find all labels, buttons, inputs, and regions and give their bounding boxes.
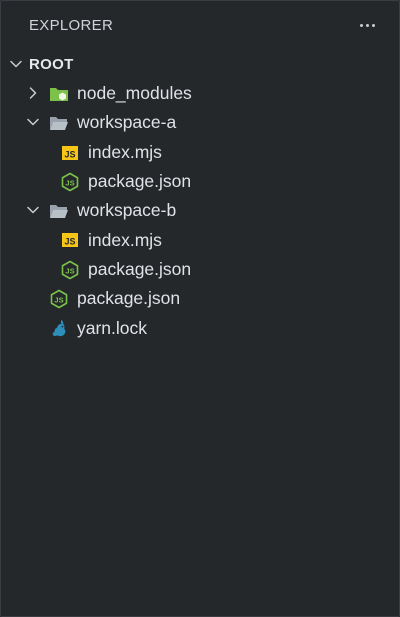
tree-item-label: yarn.lock	[77, 317, 148, 338]
explorer-panel: EXPLORER ROOT node_modules workspace-a J…	[0, 0, 400, 617]
more-actions-button[interactable]	[355, 15, 379, 35]
chevron-down-icon	[27, 119, 39, 126]
yarn-file-icon	[52, 320, 66, 337]
chevron-down-icon	[10, 60, 22, 68]
chevron-down-icon	[27, 206, 39, 214]
tree-item-workspace-a-index-mjs[interactable]: JS index.mjs	[1, 138, 399, 167]
explorer-header: EXPLORER	[1, 1, 399, 49]
root-label: ROOT	[29, 55, 74, 73]
ellipsis-icon	[371, 23, 375, 27]
svg-text:JS: JS	[65, 178, 74, 187]
tree-item-root-package-json[interactable]: JS package.json	[1, 284, 399, 313]
tree-item-workspace-b-index-mjs[interactable]: JS index.mjs	[1, 225, 399, 254]
tree-item-label: workspace-b	[77, 200, 177, 221]
js-file-icon: JS	[62, 145, 78, 160]
folder-open-icon	[50, 117, 68, 131]
nodejs-file-icon: JS	[61, 172, 79, 192]
tree-item-label: package.json	[88, 258, 192, 279]
svg-text:JS: JS	[54, 296, 63, 305]
tree-root[interactable]: ROOT	[1, 49, 399, 79]
svg-text:JS: JS	[65, 266, 74, 275]
svg-text:JS: JS	[64, 237, 75, 247]
ellipsis-icon	[365, 23, 369, 27]
tree-item-node-modules[interactable]: node_modules	[1, 79, 399, 108]
file-tree: ROOT node_modules workspace-a JS index.m…	[1, 49, 399, 343]
tree-item-workspace-a[interactable]: workspace-a	[1, 108, 399, 137]
nodejs-file-icon: JS	[50, 289, 68, 309]
chevron-right-icon	[29, 87, 37, 99]
nodejs-file-icon: JS	[61, 260, 79, 280]
tree-item-workspace-b[interactable]: workspace-b	[1, 196, 399, 225]
tree-item-label: package.json	[88, 171, 192, 192]
tree-item-label: node_modules	[77, 83, 192, 104]
ellipsis-icon	[359, 23, 363, 27]
node-modules-folder-icon	[50, 88, 68, 101]
tree-item-workspace-b-package-json[interactable]: JS package.json	[1, 255, 399, 284]
js-file-icon: JS	[62, 233, 78, 248]
svg-text:JS: JS	[64, 149, 75, 159]
tree-item-label: index.mjs	[88, 141, 162, 162]
explorer-title: EXPLORER	[29, 17, 114, 34]
tree-item-yarn-lock[interactable]: yarn.lock	[1, 313, 399, 342]
folder-open-icon	[50, 205, 68, 219]
tree-item-label: workspace-a	[77, 112, 177, 133]
tree-item-label: index.mjs	[88, 229, 162, 250]
tree-item-workspace-a-package-json[interactable]: JS package.json	[1, 167, 399, 196]
tree-item-label: package.json	[77, 288, 181, 309]
